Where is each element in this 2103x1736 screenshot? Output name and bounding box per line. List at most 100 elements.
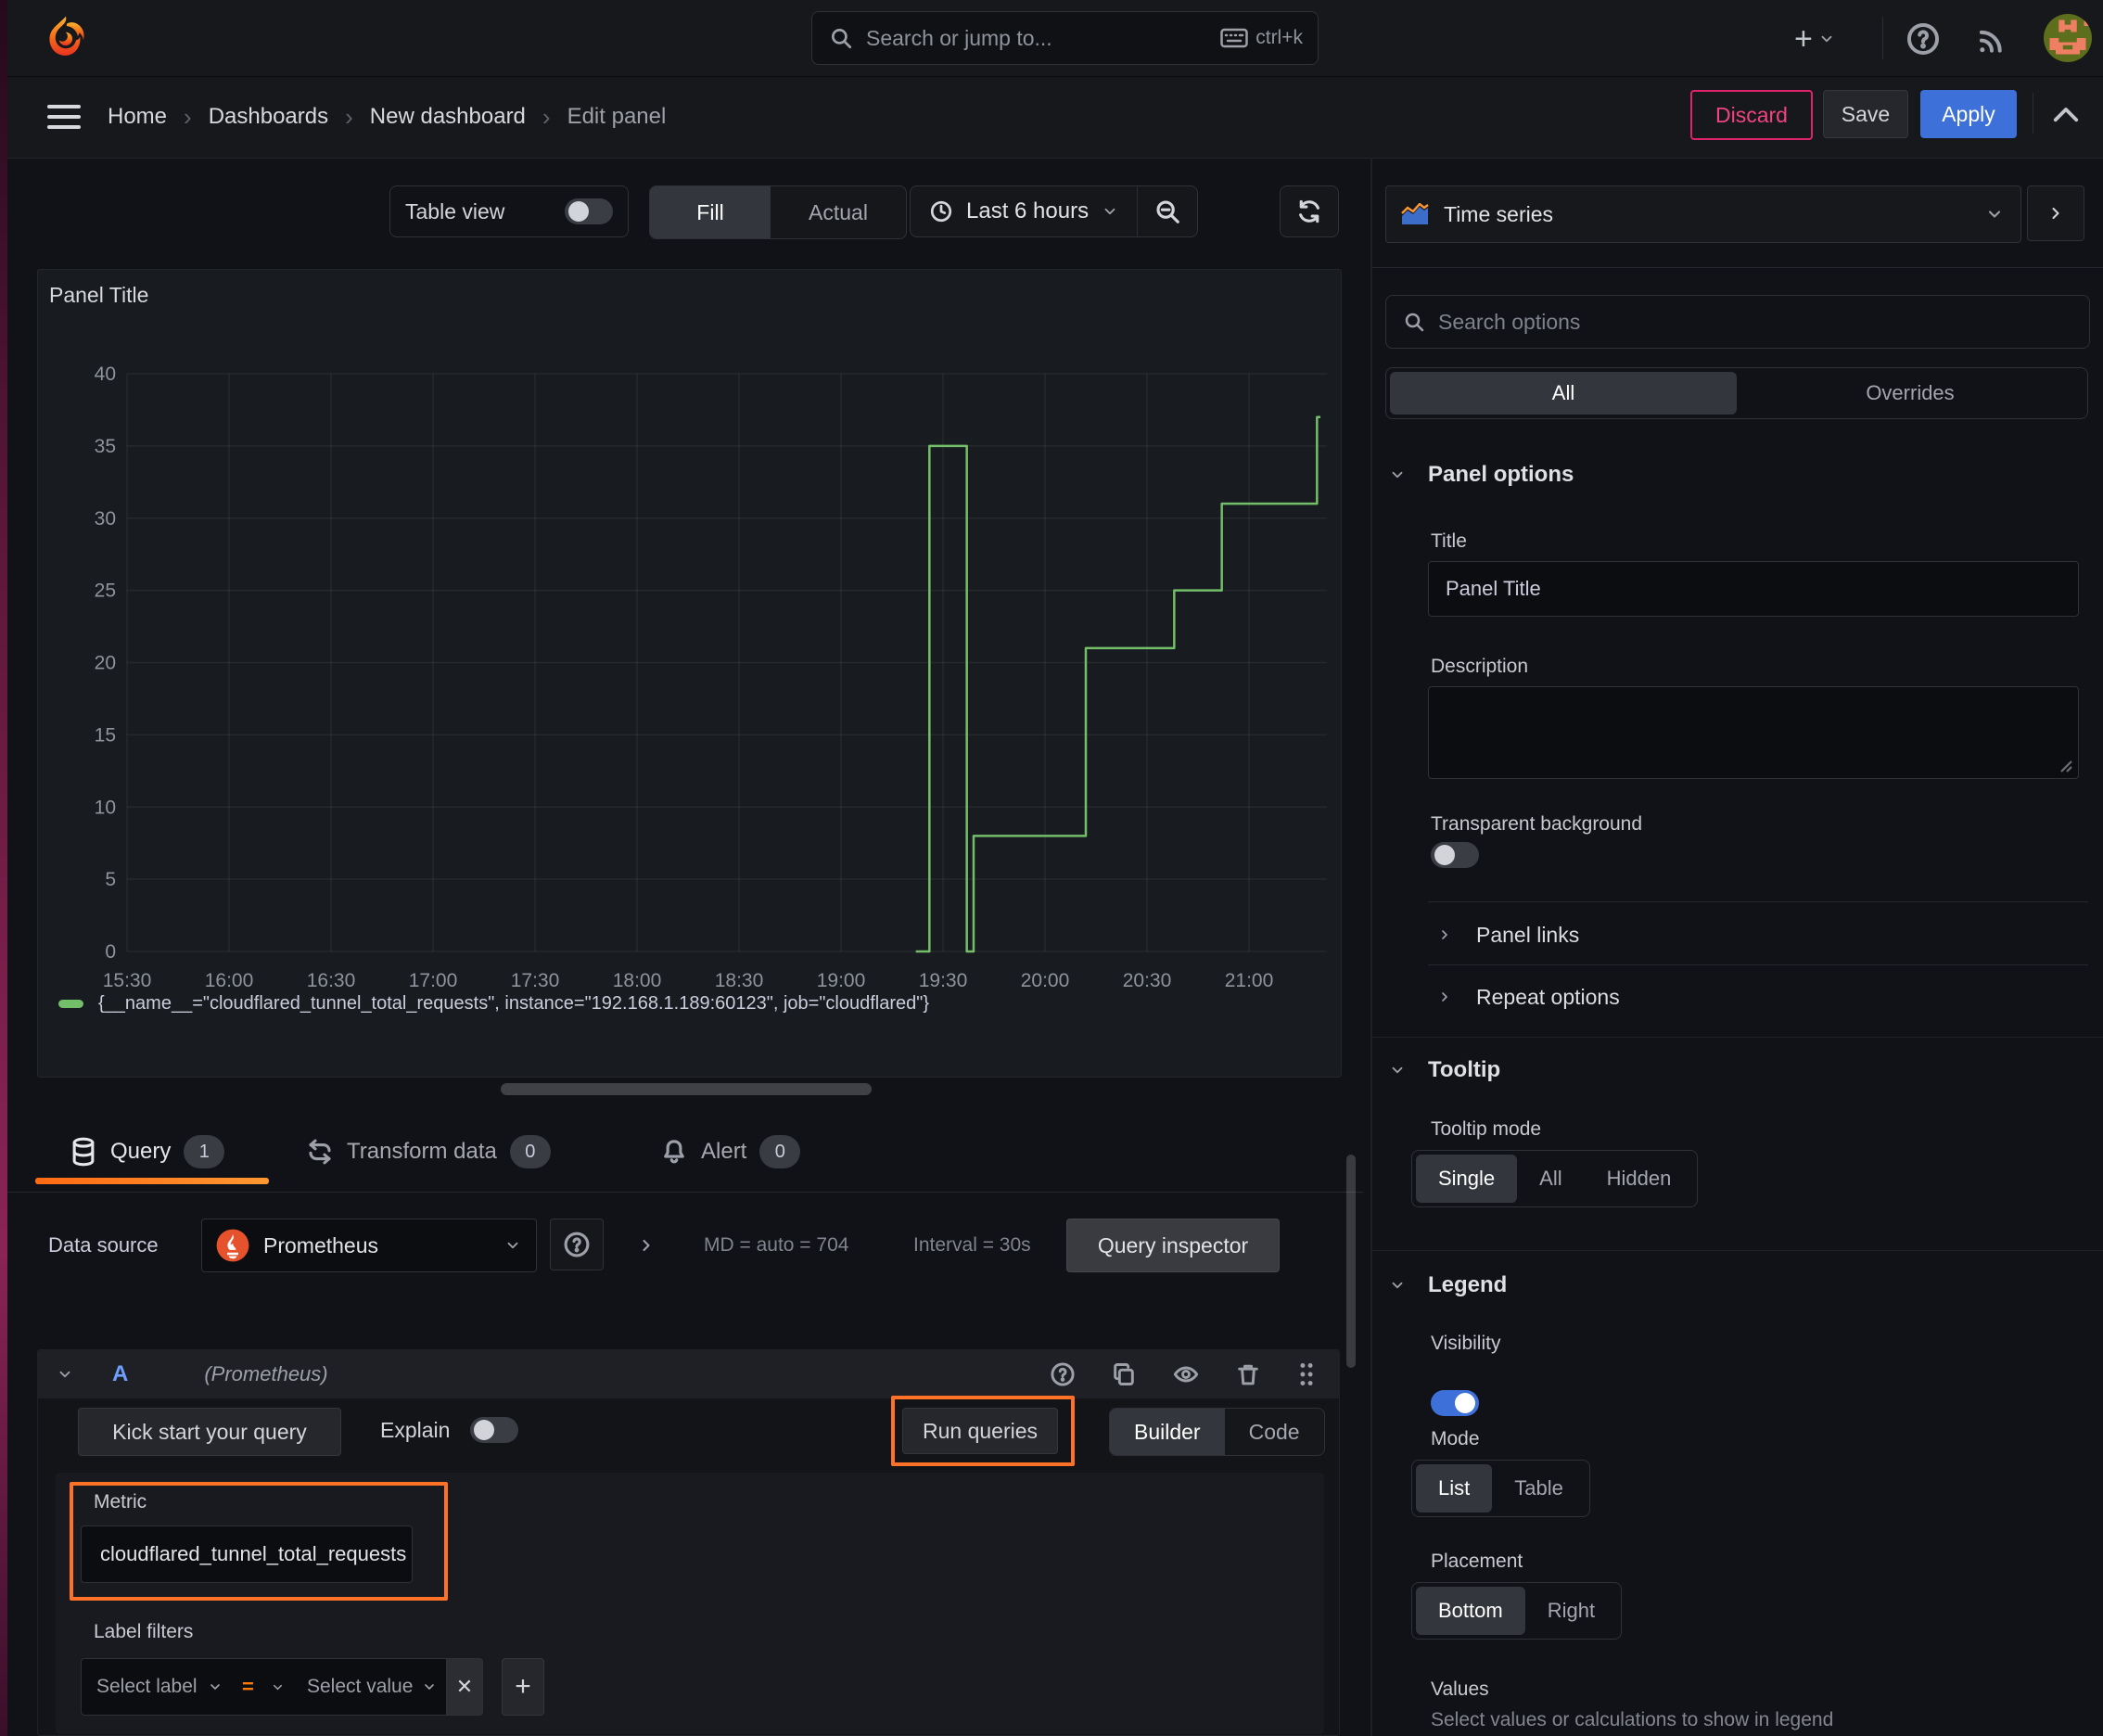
legend-placement-bottom[interactable]: Bottom	[1416, 1587, 1525, 1635]
legend-header[interactable]: Legend	[1389, 1272, 1507, 1298]
tooltip-mode-all[interactable]: All	[1517, 1155, 1584, 1203]
visualization-picker[interactable]: Time series	[1385, 185, 2021, 243]
add-filter-button[interactable]: +	[502, 1658, 544, 1716]
grafana-logo[interactable]	[41, 13, 91, 63]
menu-icon[interactable]	[45, 98, 83, 135]
explain-toggle[interactable]	[470, 1417, 519, 1443]
panel: Panel Title 0 5 10 15 20 25 30 35 40 15:30 16:00 16…	[37, 269, 1342, 1078]
datasource-help-icon[interactable]	[550, 1219, 604, 1270]
discard-button[interactable]: Discard	[1690, 90, 1813, 140]
database-icon	[70, 1137, 97, 1167]
breadcrumb-dashboards[interactable]: Dashboards	[209, 104, 328, 130]
run-queries-button[interactable]: Run queries	[902, 1408, 1058, 1454]
breadcrumb-separator: ›	[345, 102, 353, 131]
drag-handle-icon[interactable]	[1296, 1360, 1317, 1388]
tooltip-mode-hidden[interactable]: Hidden	[1585, 1155, 1694, 1203]
tab-transform-count: 0	[509, 1135, 551, 1168]
label-filter-operator-select[interactable]: =	[231, 1658, 293, 1716]
chevron-down-icon	[59, 1371, 70, 1378]
label-filter-label-select[interactable]: Select label	[81, 1658, 233, 1716]
tooltip-mode-single[interactable]: Single	[1416, 1155, 1518, 1203]
apply-button[interactable]: Apply	[1920, 90, 2017, 138]
options-search-placeholder: Search options	[1438, 309, 1581, 334]
kickstart-query-button[interactable]: Kick start your query	[78, 1408, 341, 1456]
chevron-down-icon	[273, 1684, 283, 1690]
collapse-pane-button[interactable]	[2027, 185, 2084, 241]
query-inspector-button[interactable]: Query inspector	[1066, 1219, 1280, 1272]
tab-query[interactable]: Query 1	[70, 1124, 225, 1180]
legend-mode-table[interactable]: Table	[1492, 1464, 1586, 1513]
avatar[interactable]	[2044, 14, 2092, 62]
data-source-picker[interactable]: Prometheus	[201, 1219, 537, 1272]
fill-option[interactable]: Fill	[650, 186, 771, 238]
collapse-options-chevron-icon[interactable]	[631, 1230, 662, 1261]
topbar-divider	[1882, 17, 1883, 59]
tab-transform[interactable]: Transform data 0	[306, 1124, 551, 1180]
all-overrides-tabs: All Overrides	[1385, 367, 2088, 419]
tab-alert[interactable]: Alert 0	[660, 1124, 801, 1180]
chevron-down-icon	[210, 1684, 220, 1690]
breadcrumb-separator: ›	[542, 102, 551, 131]
prometheus-icon	[215, 1228, 250, 1263]
query-row-header[interactable]: A (Prometheus)	[38, 1350, 1339, 1398]
breadcrumb-new-dashboard[interactable]: New dashboard	[370, 104, 526, 130]
builder-code-switch: Builder Code	[1109, 1408, 1325, 1456]
panel-title[interactable]: Panel Title	[49, 283, 148, 308]
transparent-background-toggle[interactable]	[1431, 842, 1479, 868]
remove-filter-button[interactable]: ✕	[446, 1658, 483, 1716]
breadcrumb-edit-panel: Edit panel	[567, 104, 667, 129]
svg-text:40: 40	[95, 364, 116, 385]
legend-visibility-toggle[interactable]	[1431, 1390, 1479, 1416]
tab-all[interactable]: All	[1390, 372, 1737, 415]
code-option[interactable]: Code	[1225, 1409, 1324, 1455]
legend-item[interactable]: {__name__="cloudflared_tunnel_total_requ…	[58, 993, 929, 1015]
timeseries-viz-icon	[1401, 203, 1429, 225]
search-icon	[829, 26, 853, 50]
news-icon[interactable]	[1971, 19, 2012, 59]
query-stats-interval: Interval = 30s	[913, 1234, 1031, 1256]
svg-text:19:30: 19:30	[919, 970, 968, 991]
svg-text:19:00: 19:00	[817, 970, 866, 991]
legend-placement-right[interactable]: Right	[1525, 1587, 1617, 1635]
actual-option[interactable]: Actual	[771, 186, 906, 238]
svg-text:25: 25	[95, 581, 116, 602]
chevron-up-icon[interactable]	[2046, 96, 2086, 133]
title-input[interactable]: Panel Title	[1428, 561, 2079, 617]
builder-option[interactable]: Builder	[1110, 1409, 1225, 1455]
repeat-options-section[interactable]: Repeat options	[1437, 978, 1620, 1015]
time-range-picker[interactable]: Last 6 hours	[911, 186, 1137, 236]
eye-icon[interactable]	[1172, 1361, 1200, 1387]
sidebar-border	[1370, 158, 1372, 1736]
legend-mode-list[interactable]: List	[1416, 1464, 1493, 1513]
chevron-down-icon	[1988, 211, 2001, 218]
description-textarea[interactable]	[1428, 686, 2079, 779]
panel-options-header[interactable]: Panel options	[1389, 462, 1574, 488]
table-view-toggle[interactable]	[565, 198, 613, 224]
help-icon[interactable]	[1903, 19, 1944, 59]
global-search[interactable]: Search or jump to... ctrl+k	[811, 11, 1319, 65]
save-button[interactable]: Save	[1823, 90, 1908, 138]
breadcrumb-home[interactable]: Home	[108, 104, 167, 130]
panel-links-section[interactable]: Panel links	[1437, 916, 1579, 953]
query-help-icon[interactable]	[1050, 1361, 1076, 1387]
zoom-out-icon[interactable]	[1138, 186, 1197, 236]
chevron-down-icon	[1392, 1066, 1403, 1074]
legend-values-hint: Select values or calculations to show in…	[1431, 1709, 1834, 1730]
trash-icon[interactable]	[1235, 1361, 1261, 1387]
options-search[interactable]: Search options	[1385, 295, 2090, 349]
add-button[interactable]: +	[1794, 17, 1835, 61]
bell-icon	[660, 1138, 688, 1166]
metric-select[interactable]: cloudflared_tunnel_total_requests	[81, 1525, 413, 1583]
tab-transform-label: Transform data	[347, 1139, 497, 1164]
label-filter-value-select[interactable]: Select value	[292, 1658, 447, 1716]
table-view-control: Table view	[389, 185, 629, 237]
panel-resize-handle[interactable]	[501, 1083, 872, 1095]
refresh-icon[interactable]	[1280, 185, 1339, 237]
duplicate-icon[interactable]	[1111, 1361, 1137, 1387]
tab-alert-label: Alert	[701, 1139, 747, 1164]
tab-overrides[interactable]: Overrides	[1737, 372, 2084, 415]
tooltip-header[interactable]: Tooltip	[1389, 1057, 1500, 1083]
chevron-down-icon	[507, 1242, 518, 1249]
svg-text:20:30: 20:30	[1123, 970, 1172, 991]
scrollbar-thumb[interactable]	[1346, 1155, 1356, 1368]
